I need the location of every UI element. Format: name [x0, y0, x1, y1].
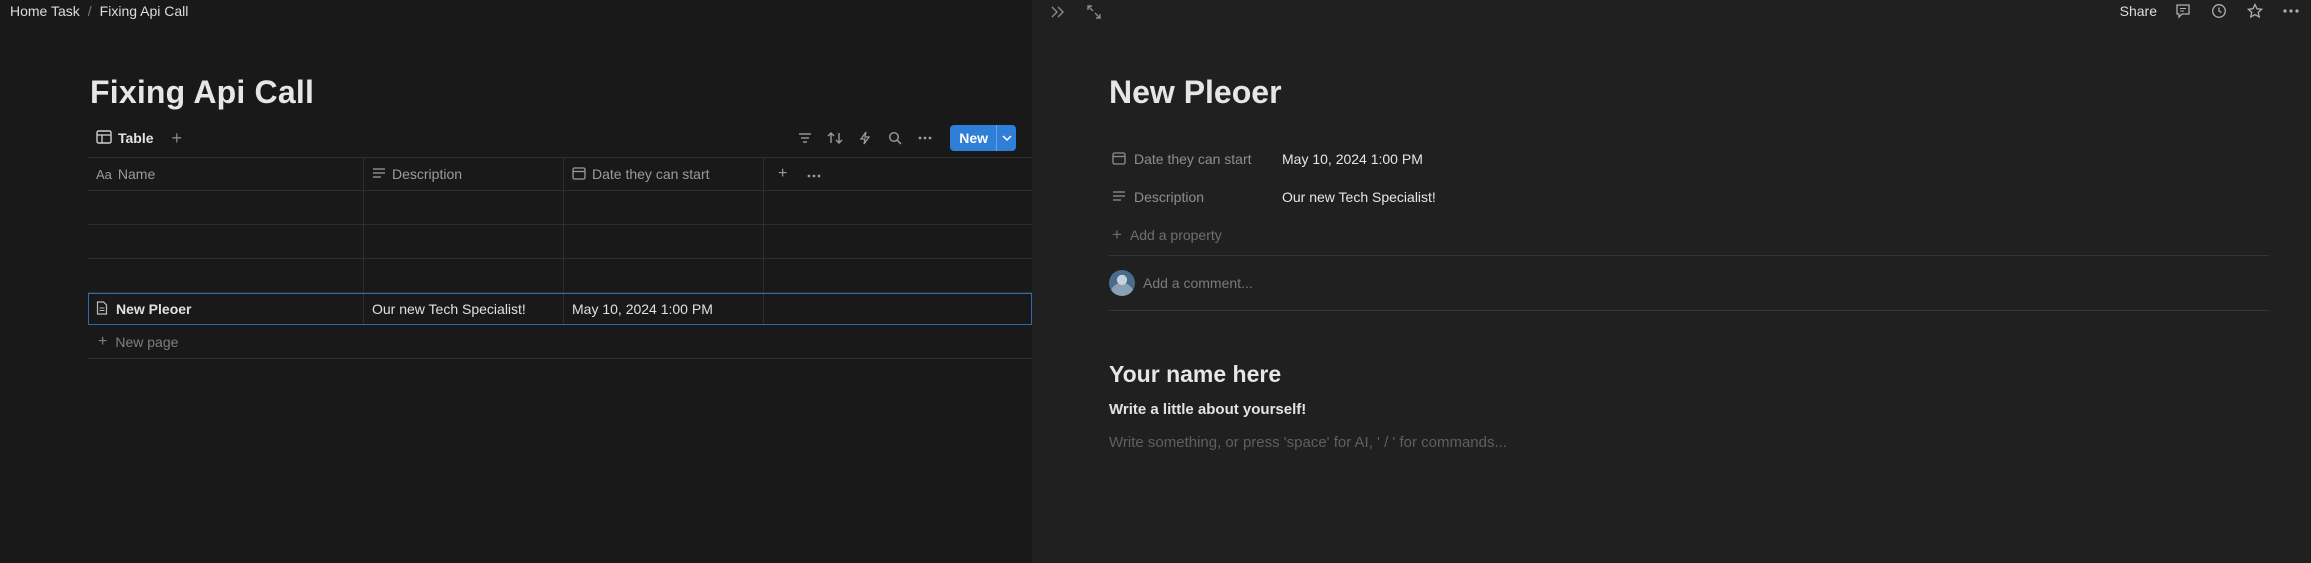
- history-clock-icon[interactable]: [2209, 2, 2229, 20]
- new-button[interactable]: New: [950, 125, 1016, 151]
- comments-icon[interactable]: [2173, 2, 2193, 20]
- property-label: Date they can start: [1134, 151, 1252, 167]
- table-row-empty[interactable]: [88, 225, 1032, 259]
- calendar-icon: [1112, 151, 1126, 168]
- text-lines-icon: [372, 166, 386, 182]
- table-cell[interactable]: [564, 259, 764, 292]
- column-label: Name: [117, 166, 156, 182]
- table-cell[interactable]: [88, 225, 364, 258]
- editor-placeholder[interactable]: Write something, or press 'space' for AI…: [1109, 434, 1507, 451]
- page-topbar: Share: [2120, 2, 2301, 20]
- peek-controls: [1048, 3, 1104, 21]
- close-peek-icon[interactable]: [1048, 3, 1068, 21]
- column-header-description[interactable]: Description: [364, 158, 564, 190]
- property-date[interactable]: Date they can start May 10, 2024 1:00 PM: [1112, 140, 2272, 178]
- property-description[interactable]: Description Our new Tech Specialist!: [1112, 178, 2272, 216]
- calendar-icon: [572, 166, 586, 183]
- app: Home Task / Fixing Api Call Fixing Api C…: [0, 0, 2311, 563]
- filter-icon[interactable]: [796, 129, 814, 147]
- sort-icon[interactable]: [826, 129, 844, 147]
- new-page-button[interactable]: + New page: [88, 325, 178, 358]
- table-cell: [764, 191, 1032, 224]
- table-cell[interactable]: [364, 191, 564, 224]
- add-property-button[interactable]: + Add a property: [1112, 216, 2272, 254]
- table-cell-description[interactable]: Our new Tech Specialist!: [364, 293, 564, 325]
- add-column-icon[interactable]: +: [778, 165, 787, 183]
- page-icon: [96, 300, 108, 318]
- property-name[interactable]: Description: [1112, 189, 1282, 205]
- view-toolbar: New: [796, 125, 1016, 151]
- expand-icon[interactable]: [1084, 3, 1104, 21]
- more-options-icon[interactable]: [916, 129, 934, 147]
- property-value[interactable]: May 10, 2024 1:00 PM: [1282, 151, 1423, 167]
- breadcrumb-home[interactable]: Home Task: [10, 3, 80, 19]
- tab-table[interactable]: Table: [90, 128, 158, 149]
- database-table: Aa Name Description Date they can start: [88, 157, 1032, 359]
- table-cell[interactable]: [564, 191, 764, 224]
- divider: [1109, 255, 2269, 256]
- table-row-empty[interactable]: [88, 191, 1032, 225]
- new-page-row[interactable]: + New page: [88, 325, 1032, 359]
- row-name: New Pleoer: [116, 301, 192, 317]
- table-cell: [764, 293, 1032, 325]
- breadcrumb-separator: /: [87, 3, 92, 19]
- more-options-icon[interactable]: [2281, 2, 2301, 20]
- plus-icon: +: [98, 332, 108, 350]
- divider: [1109, 310, 2269, 311]
- chevron-down-icon[interactable]: [996, 125, 1016, 151]
- text-lines-icon: [1112, 189, 1126, 205]
- comment-box[interactable]: Add a comment...: [1109, 270, 1253, 296]
- page-title[interactable]: New Pleoer: [1109, 74, 1282, 111]
- column-header-name[interactable]: Aa Name: [88, 158, 364, 190]
- column-actions: +: [764, 158, 1032, 190]
- database-title[interactable]: Fixing Api Call: [90, 74, 314, 111]
- new-button-label: New: [959, 130, 988, 146]
- column-label: Date they can start: [592, 166, 710, 182]
- share-button[interactable]: Share: [2120, 3, 2157, 19]
- table-cell: [764, 225, 1032, 258]
- table-cell[interactable]: [88, 259, 364, 292]
- table-cell-name[interactable]: New Pleoer: [88, 293, 364, 325]
- property-value[interactable]: Our new Tech Specialist!: [1282, 189, 1436, 205]
- database-pane: Home Task / Fixing Api Call Fixing Api C…: [0, 0, 1032, 563]
- page-peek-pane: Share New Pleoer Date they can start May…: [1032, 0, 2311, 563]
- favorite-star-icon[interactable]: [2245, 2, 2265, 20]
- property-name[interactable]: Date they can start: [1112, 151, 1282, 168]
- table-cell: [764, 259, 1032, 292]
- table-cell[interactable]: [364, 225, 564, 258]
- breadcrumb-current[interactable]: Fixing Api Call: [100, 3, 189, 19]
- column-label: Description: [392, 166, 463, 182]
- tab-table-label: Table: [118, 130, 154, 146]
- breadcrumb: Home Task / Fixing Api Call: [10, 3, 188, 19]
- content-heading[interactable]: Your name here: [1109, 361, 1281, 388]
- property-list: Date they can start May 10, 2024 1:00 PM…: [1112, 140, 2272, 254]
- search-icon[interactable]: [886, 129, 904, 147]
- table-row[interactable]: New Pleoer Our new Tech Specialist! May …: [88, 293, 1032, 325]
- new-page-label: New page: [115, 333, 179, 350]
- view-bar: Table + New: [90, 125, 1016, 151]
- table-cell[interactable]: [564, 225, 764, 258]
- property-label: Description: [1134, 189, 1205, 205]
- content-paragraph[interactable]: Write a little about yourself!: [1109, 401, 1306, 418]
- title-property-icon: Aa: [96, 166, 112, 182]
- add-view-icon[interactable]: +: [172, 129, 183, 147]
- avatar: [1109, 270, 1135, 296]
- table-cell-date[interactable]: May 10, 2024 1:00 PM: [564, 293, 764, 325]
- add-property-label: Add a property: [1129, 227, 1222, 243]
- table-row-empty[interactable]: [88, 259, 1032, 293]
- table-icon: [96, 129, 112, 147]
- table-cell[interactable]: [364, 259, 564, 292]
- more-options-icon[interactable]: [807, 165, 821, 183]
- comment-input[interactable]: Add a comment...: [1143, 275, 1253, 291]
- column-header-date[interactable]: Date they can start: [564, 158, 764, 190]
- table-cell[interactable]: [88, 191, 364, 224]
- table-header-row: Aa Name Description Date they can start: [88, 157, 1032, 191]
- automation-bolt-icon[interactable]: [856, 129, 874, 147]
- plus-icon: +: [1112, 225, 1122, 244]
